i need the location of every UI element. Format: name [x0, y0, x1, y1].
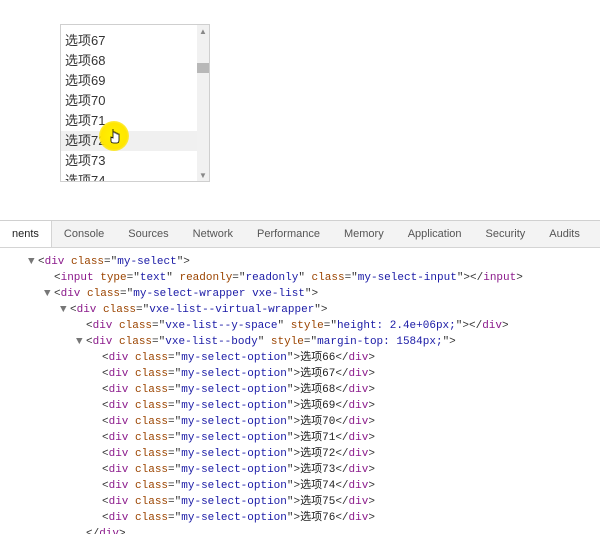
dom-node[interactable]: ▼<div class="vxe-list--virtual-wrapper">	[8, 302, 600, 318]
app-viewport: 选项67选项68选项69选项70选项71选项72选项73选项74选项75 ▲ ▼	[0, 0, 600, 220]
dom-node[interactable]: <div class="my-select-option">选项76</div>	[8, 510, 600, 526]
devtools-tab[interactable]: Console	[52, 221, 116, 247]
devtools-tab[interactable]: nents	[0, 221, 52, 247]
dom-node[interactable]: ▼<div class="my-select">	[8, 254, 600, 270]
dom-node[interactable]: ▼<div class="vxe-list--body" style="marg…	[8, 334, 600, 350]
select-option[interactable]: 选项71	[61, 111, 209, 131]
devtools-tab[interactable]: Memory	[332, 221, 396, 247]
dom-node[interactable]: <div class="my-select-option">选项68</div>	[8, 382, 600, 398]
devtools-tab[interactable]: Audits	[537, 221, 592, 247]
dom-node[interactable]: <div class="my-select-option">选项69</div>	[8, 398, 600, 414]
devtools-tab[interactable]: Application	[396, 221, 474, 247]
dom-node[interactable]: <div class="my-select-option">选项75</div>	[8, 494, 600, 510]
select-option[interactable]: 选项72	[61, 131, 209, 151]
dom-node[interactable]: <div class="my-select-option">选项72</div>	[8, 446, 600, 462]
scroll-down-button[interactable]: ▼	[197, 169, 209, 181]
select-option[interactable]: 选项67	[61, 31, 209, 51]
scroll-up-button[interactable]: ▲	[197, 25, 209, 37]
dom-node[interactable]: <input type="text" readonly="readonly" c…	[8, 270, 600, 286]
dom-node[interactable]: <div class="vxe-list--y-space" style="he…	[8, 318, 600, 334]
dom-node[interactable]: <div class="my-select-option">选项73</div>	[8, 462, 600, 478]
select-option[interactable]: 选项68	[61, 51, 209, 71]
select-option[interactable]: 选项70	[61, 91, 209, 111]
dom-node[interactable]: <div class="my-select-option">选项74</div>	[8, 478, 600, 494]
devtools-tabs: nentsConsoleSourcesNetworkPerformanceMem…	[0, 221, 600, 248]
devtools-panel: nentsConsoleSourcesNetworkPerformanceMem…	[0, 220, 600, 534]
select-option[interactable]: 选项69	[61, 71, 209, 91]
option-list: 选项67选项68选项69选项70选项71选项72选项73选项74选项75	[61, 31, 209, 182]
dom-node[interactable]: ▼<div class="my-select-wrapper vxe-list"…	[8, 286, 600, 302]
select-option[interactable]: 选项73	[61, 151, 209, 171]
scrollbar[interactable]: ▲ ▼	[197, 25, 209, 181]
select-dropdown[interactable]: 选项67选项68选项69选项70选项71选项72选项73选项74选项75 ▲ ▼	[60, 24, 210, 182]
devtools-tab[interactable]: Security	[474, 221, 538, 247]
dom-node[interactable]: <div class="my-select-option">选项70</div>	[8, 414, 600, 430]
dom-node[interactable]: <div class="my-select-option">选项66</div>	[8, 350, 600, 366]
devtools-tab[interactable]: Network	[181, 221, 245, 247]
dom-node[interactable]: </div>	[8, 526, 600, 534]
dom-node[interactable]: <div class="my-select-option">选项67</div>	[8, 366, 600, 382]
devtools-tab[interactable]: Performance	[245, 221, 332, 247]
devtools-tab[interactable]: Sources	[116, 221, 180, 247]
select-option[interactable]: 选项74	[61, 171, 209, 182]
elements-panel[interactable]: ▼<div class="my-select"><input type="tex…	[0, 248, 600, 534]
scroll-thumb[interactable]	[197, 63, 209, 73]
dom-node[interactable]: <div class="my-select-option">选项71</div>	[8, 430, 600, 446]
